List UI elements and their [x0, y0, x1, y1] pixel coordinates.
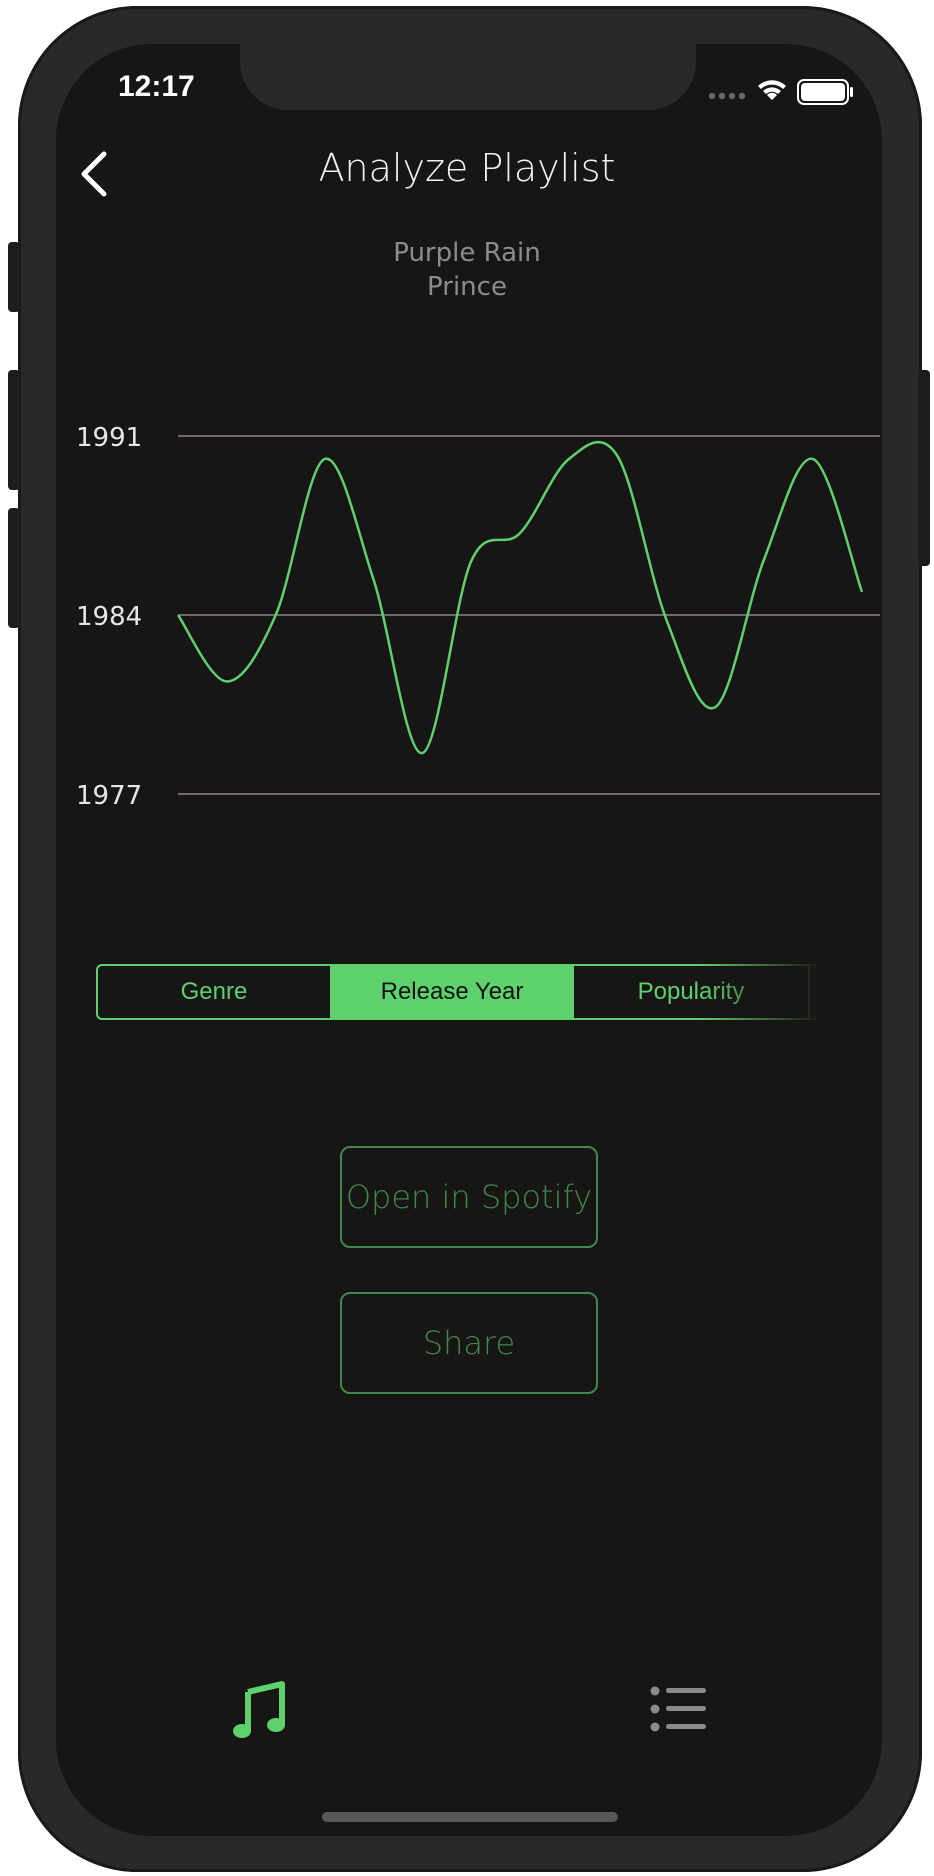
notch — [240, 44, 696, 110]
segment-genre[interactable]: Genre — [96, 964, 332, 1020]
artist-name: Prince — [427, 272, 507, 302]
track-name: Purple Rain — [393, 238, 541, 268]
wifi-icon — [758, 80, 786, 100]
cellular-signal-icon — [708, 92, 746, 100]
segment-more[interactable] — [810, 964, 836, 1020]
chart-y-labels: 1991 1984 1977 — [76, 423, 142, 811]
chart-grid — [178, 435, 880, 795]
music-note-icon[interactable] — [232, 1680, 286, 1740]
release-year-chart: 1991 1984 1977 — [76, 423, 880, 811]
screen — [56, 44, 882, 1836]
category-segmented-control: Genre Release Year Popularity — [96, 964, 836, 1020]
open-in-spotify-button[interactable]: Open in Spotify — [340, 1146, 598, 1248]
status-time: 12:17 — [118, 70, 195, 103]
segment-release-year[interactable]: Release Year — [332, 964, 572, 1020]
battery-icon — [797, 79, 853, 105]
share-button[interactable]: Share — [340, 1292, 598, 1394]
status-icons — [708, 79, 853, 105]
segment-popularity[interactable]: Popularity — [572, 964, 810, 1020]
list-icon[interactable] — [650, 1686, 706, 1732]
home-indicator — [322, 1812, 618, 1822]
y-tick-label: 1991 — [76, 423, 142, 453]
y-tick-label: 1984 — [76, 602, 142, 632]
y-tick-label: 1977 — [76, 781, 142, 811]
release-year-line — [176, 441, 864, 755]
page-title: Analyze Playlist — [318, 146, 616, 190]
